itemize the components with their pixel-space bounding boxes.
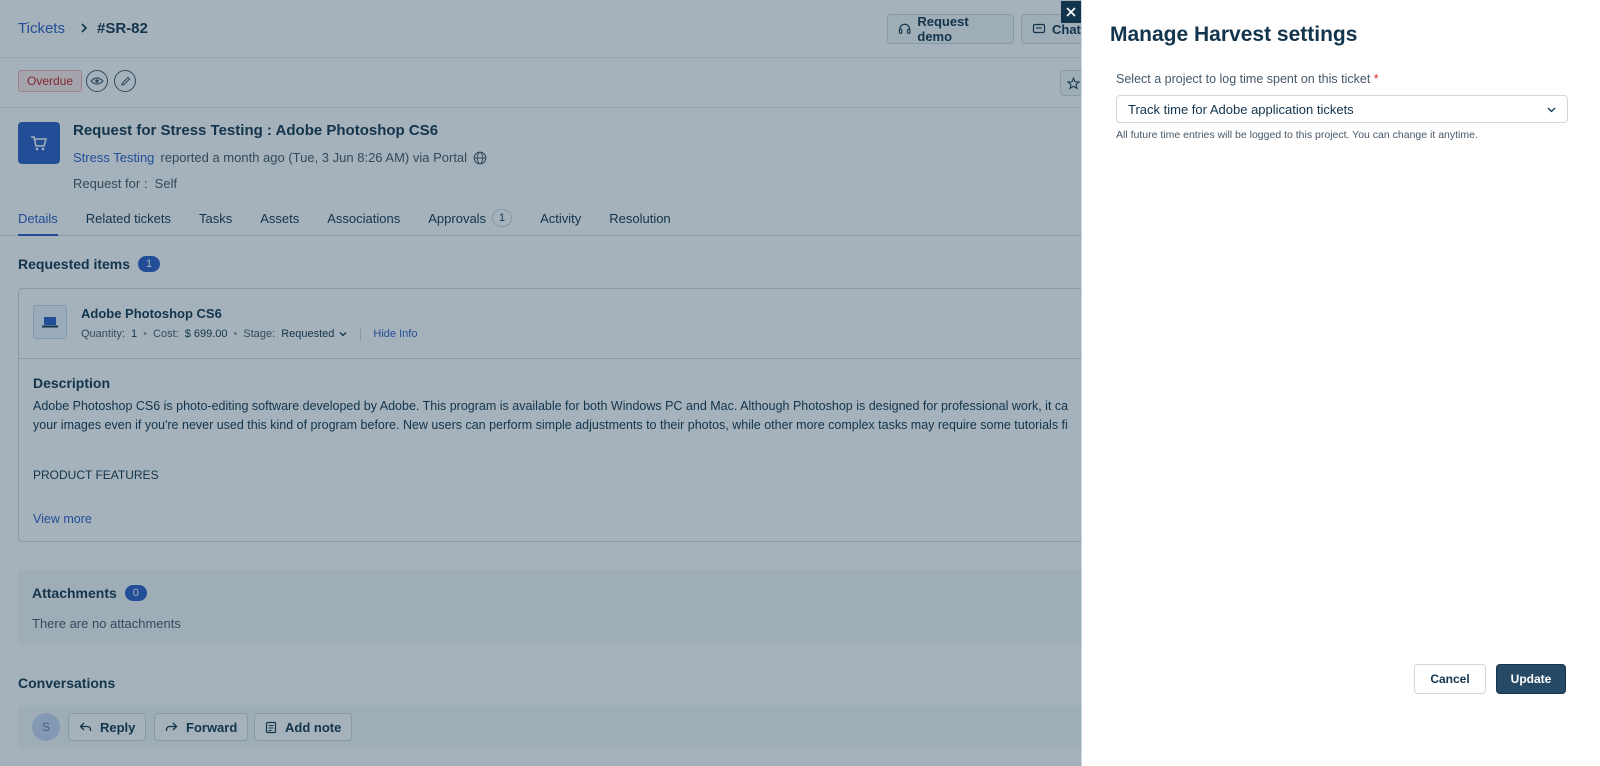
project-field-label: Select a project to log time spent on th… (1116, 72, 1379, 86)
project-select-value: Track time for Adobe application tickets (1128, 101, 1354, 117)
project-select[interactable]: Track time for Adobe application tickets (1116, 95, 1568, 123)
cancel-button[interactable]: Cancel (1414, 664, 1486, 694)
required-mark: * (1373, 72, 1379, 86)
harvest-settings-drawer: Manage Harvest settings Select a project… (1081, 0, 1600, 766)
drawer-title: Manage Harvest settings (1110, 23, 1358, 46)
update-button[interactable]: Update (1496, 664, 1566, 694)
close-drawer-button[interactable] (1061, 1, 1081, 23)
project-field-label-text: Select a project to log time spent on th… (1116, 72, 1371, 86)
modal-backdrop[interactable] (0, 0, 1081, 766)
close-icon (1066, 7, 1076, 17)
chevron-down-icon (1547, 107, 1556, 113)
project-help-text: All future time entries will be logged t… (1116, 129, 1478, 141)
